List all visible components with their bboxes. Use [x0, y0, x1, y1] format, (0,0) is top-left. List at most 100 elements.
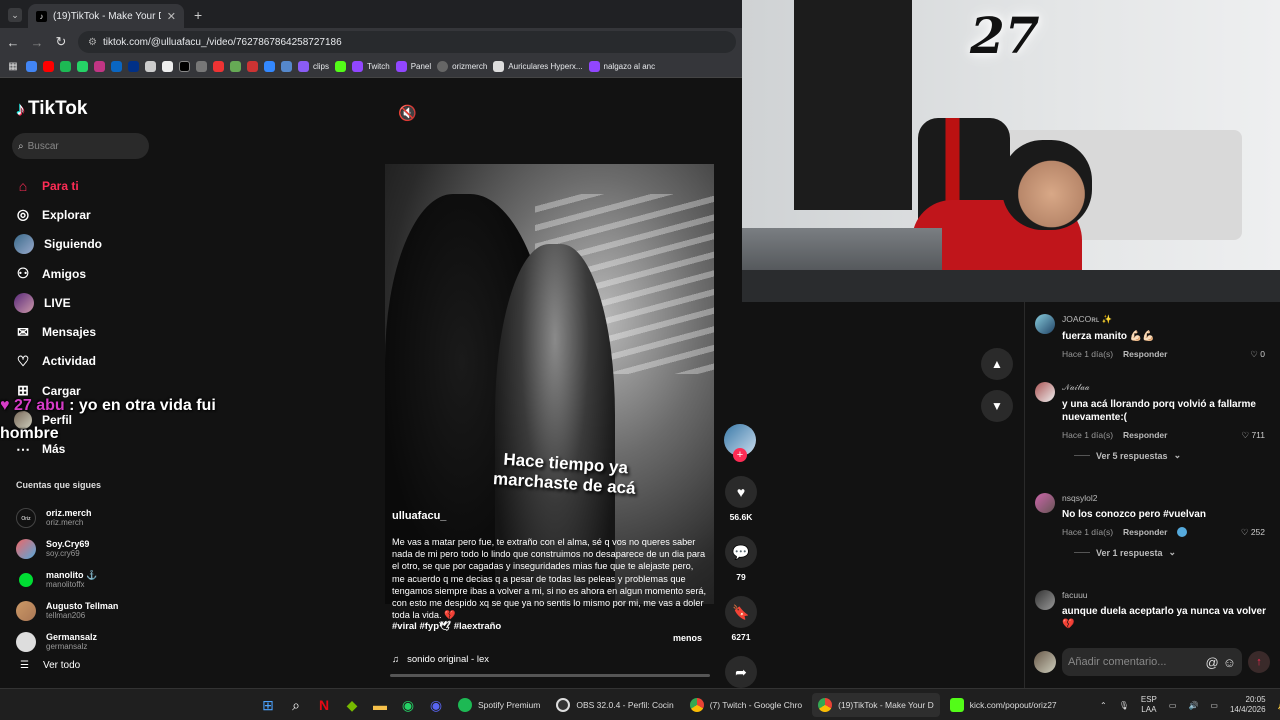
following-account[interactable]: Oriz oriz.merch oriz.merch [16, 502, 118, 533]
sidebar-item-actividad[interactable]: ♡ Actividad [14, 347, 102, 376]
commenter-avatar[interactable] [1035, 314, 1055, 334]
bookmark-auriculares[interactable]: Auriculares Hyperx... [493, 61, 583, 72]
view-replies-button[interactable]: Ver 1 respuesta ⌄ [1074, 547, 1275, 558]
apps-grid-icon[interactable]: ▦ [6, 61, 20, 72]
forward-icon[interactable]: → [30, 35, 44, 50]
comment-like-button[interactable]: ♡ 711 [1241, 430, 1265, 441]
bookmark-clips[interactable]: clips [298, 61, 329, 72]
bookmark-icon[interactable] [281, 61, 292, 72]
discord-icon[interactable]: ◉ [424, 693, 448, 717]
mention-icon[interactable]: @ [1206, 655, 1219, 670]
network-icon[interactable]: ▭ [1169, 701, 1177, 710]
close-tab-icon[interactable]: ✕ [167, 10, 176, 23]
following-account[interactable]: Augusto Tellman tellman206 [16, 595, 118, 626]
folder-icon[interactable]: ▬ [368, 693, 392, 717]
reply-button[interactable]: Responder [1123, 527, 1167, 537]
taskbar-app-kick[interactable]: kick.com/popout/oriz27 [944, 693, 1063, 717]
send-comment-button[interactable]: ↑ [1248, 651, 1270, 673]
commenter-avatar[interactable] [1035, 493, 1055, 513]
reply-button[interactable]: Responder [1123, 349, 1167, 359]
following-account[interactable]: Soy.Cry69 soy.cry69 [16, 533, 118, 564]
whatsapp-icon[interactable]: ◉ [396, 693, 420, 717]
caption-hashtags[interactable]: #viral #fyp🕊 #laextraño [392, 621, 707, 632]
tab-search-icon[interactable]: ⌄ [8, 8, 22, 22]
microphone-icon[interactable]: 🎙 [1119, 701, 1129, 710]
sidebar-item-explorar[interactable]: ◎ Explorar [14, 200, 102, 229]
taskbar-app-twitch[interactable]: (7) Twitch - Google Chro [684, 693, 808, 717]
sidebar-item-para-ti[interactable]: ⌂ Para ti [14, 171, 102, 200]
instagram-bookmark-icon[interactable] [94, 61, 105, 72]
bookmark-nalgazo[interactable]: nalgazo al anc [588, 61, 655, 72]
commenter-avatar[interactable] [1035, 590, 1055, 610]
paypal-bookmark-icon[interactable] [128, 61, 139, 72]
previous-video-button[interactable]: ▲ [981, 348, 1013, 380]
reply-button[interactable]: Responder [1123, 430, 1167, 440]
kick-bookmark-icon[interactable] [335, 61, 347, 72]
commenter-avatar[interactable] [1035, 382, 1055, 402]
comment-author[interactable]: JOACOʀʟ ✨ [1062, 314, 1275, 325]
bookmark-icon[interactable] [145, 61, 156, 72]
sound-link[interactable]: ♫ sonido original - lex [392, 654, 489, 665]
bookmark-icon[interactable] [77, 61, 88, 72]
clock[interactable]: 20:05 14/4/2026 [1230, 695, 1266, 715]
bookmark-icon[interactable] [247, 61, 258, 72]
video-username[interactable]: ulluafacu_ [392, 510, 707, 522]
bookmark-icon[interactable] [196, 61, 207, 72]
new-tab-icon[interactable]: + [194, 7, 202, 23]
bookmark-icon[interactable] [162, 61, 173, 72]
comment-like-button[interactable]: ♡ 252 [1241, 527, 1265, 538]
comment-action[interactable]: 💬 79 [724, 536, 758, 582]
comment-author[interactable]: facuuu [1062, 590, 1275, 600]
back-icon[interactable]: ← [6, 35, 20, 50]
site-info-icon[interactable]: ⚙ [88, 37, 97, 48]
taskbar-app-obs[interactable]: OBS 32.0.4 - Perfil: Cocin [550, 693, 679, 717]
bookmark-icon[interactable] [264, 61, 275, 72]
sidebar-item-amigos[interactable]: ⚇ Amigos [14, 259, 102, 288]
sidebar-item-siguiendo[interactable]: Siguiendo [14, 230, 102, 259]
chevron-up-icon[interactable]: ⌃ [1100, 701, 1107, 710]
tiktok-logo[interactable]: ♪ TikTok [16, 98, 87, 120]
google-bookmark-icon[interactable] [26, 61, 37, 72]
youtube-bookmark-icon[interactable] [43, 61, 54, 72]
taskbar-app-tiktok[interactable]: (19)TikTok - Make Your D [812, 693, 940, 717]
comment-input[interactable]: Añadir comentario... @ ☺ [1062, 648, 1242, 676]
comment-author[interactable]: 𝒩𝒶𝒾𝓁𝒶𝒶 [1062, 382, 1275, 393]
following-account[interactable]: Germansalz germansalz [16, 626, 118, 657]
battery-icon[interactable]: ▭ [1210, 701, 1218, 710]
bookmark-panel[interactable]: Panel [395, 61, 431, 72]
mute-icon[interactable]: 🔇 [398, 104, 417, 122]
save-action[interactable]: 🔖 6271 [724, 596, 758, 642]
bookmark-twitch[interactable]: Twitch [352, 61, 390, 72]
bookmark-icon[interactable] [230, 61, 241, 72]
url-field[interactable]: ⚙ tiktok.com/@ulluafacu_/video/762786786… [78, 31, 736, 53]
reload-icon[interactable]: ↻ [54, 34, 68, 50]
sidebar-item-live[interactable]: LIVE [14, 288, 102, 317]
video-progress-bar[interactable] [390, 674, 710, 677]
less-button[interactable]: menos [673, 633, 702, 643]
next-video-button[interactable]: ▼ [981, 390, 1013, 422]
bookmark-icon[interactable] [111, 61, 122, 72]
bookmark-icon[interactable] [60, 61, 71, 72]
like-action[interactable]: ♥ 56.6K [724, 476, 758, 522]
language-indicator[interactable]: ESP LAA [1141, 695, 1157, 715]
netflix-icon[interactable]: N [312, 693, 336, 717]
emoji-icon[interactable]: ☺ [1223, 655, 1236, 670]
search-icon[interactable]: ⌕ [284, 693, 308, 717]
bookmark-orizmerch[interactable]: orizmerch [437, 61, 487, 72]
following-account[interactable]: manolito ⚓ manolitoffx [16, 564, 118, 595]
comment-like-button[interactable]: ♡ 0 [1250, 349, 1265, 360]
comment-author[interactable]: nsqsylol2 [1062, 493, 1275, 503]
tiktok-bookmark-icon[interactable] [179, 61, 190, 72]
follow-plus-icon[interactable]: + [733, 448, 747, 462]
sidebar-item-mensajes[interactable]: ✉ Mensajes [14, 317, 102, 346]
volume-icon[interactable]: 🔊 [1188, 701, 1198, 710]
nvidia-icon[interactable]: ◆ [340, 693, 364, 717]
windows-start-icon[interactable]: ⊞ [256, 693, 280, 717]
search-input[interactable]: ⌕ Buscar [12, 133, 149, 159]
bookmark-icon[interactable] [213, 61, 224, 72]
taskbar-app-spotify[interactable]: Spotify Premium [452, 693, 546, 717]
see-all-link[interactable]: ☰ Ver todo [20, 660, 80, 671]
view-replies-button[interactable]: Ver 5 respuestas ⌄ [1074, 450, 1275, 461]
creator-avatar[interactable]: + [724, 424, 756, 462]
browser-tab-tiktok[interactable]: ♪ (19)TikTok - Make Your Day ✕ [28, 4, 184, 28]
